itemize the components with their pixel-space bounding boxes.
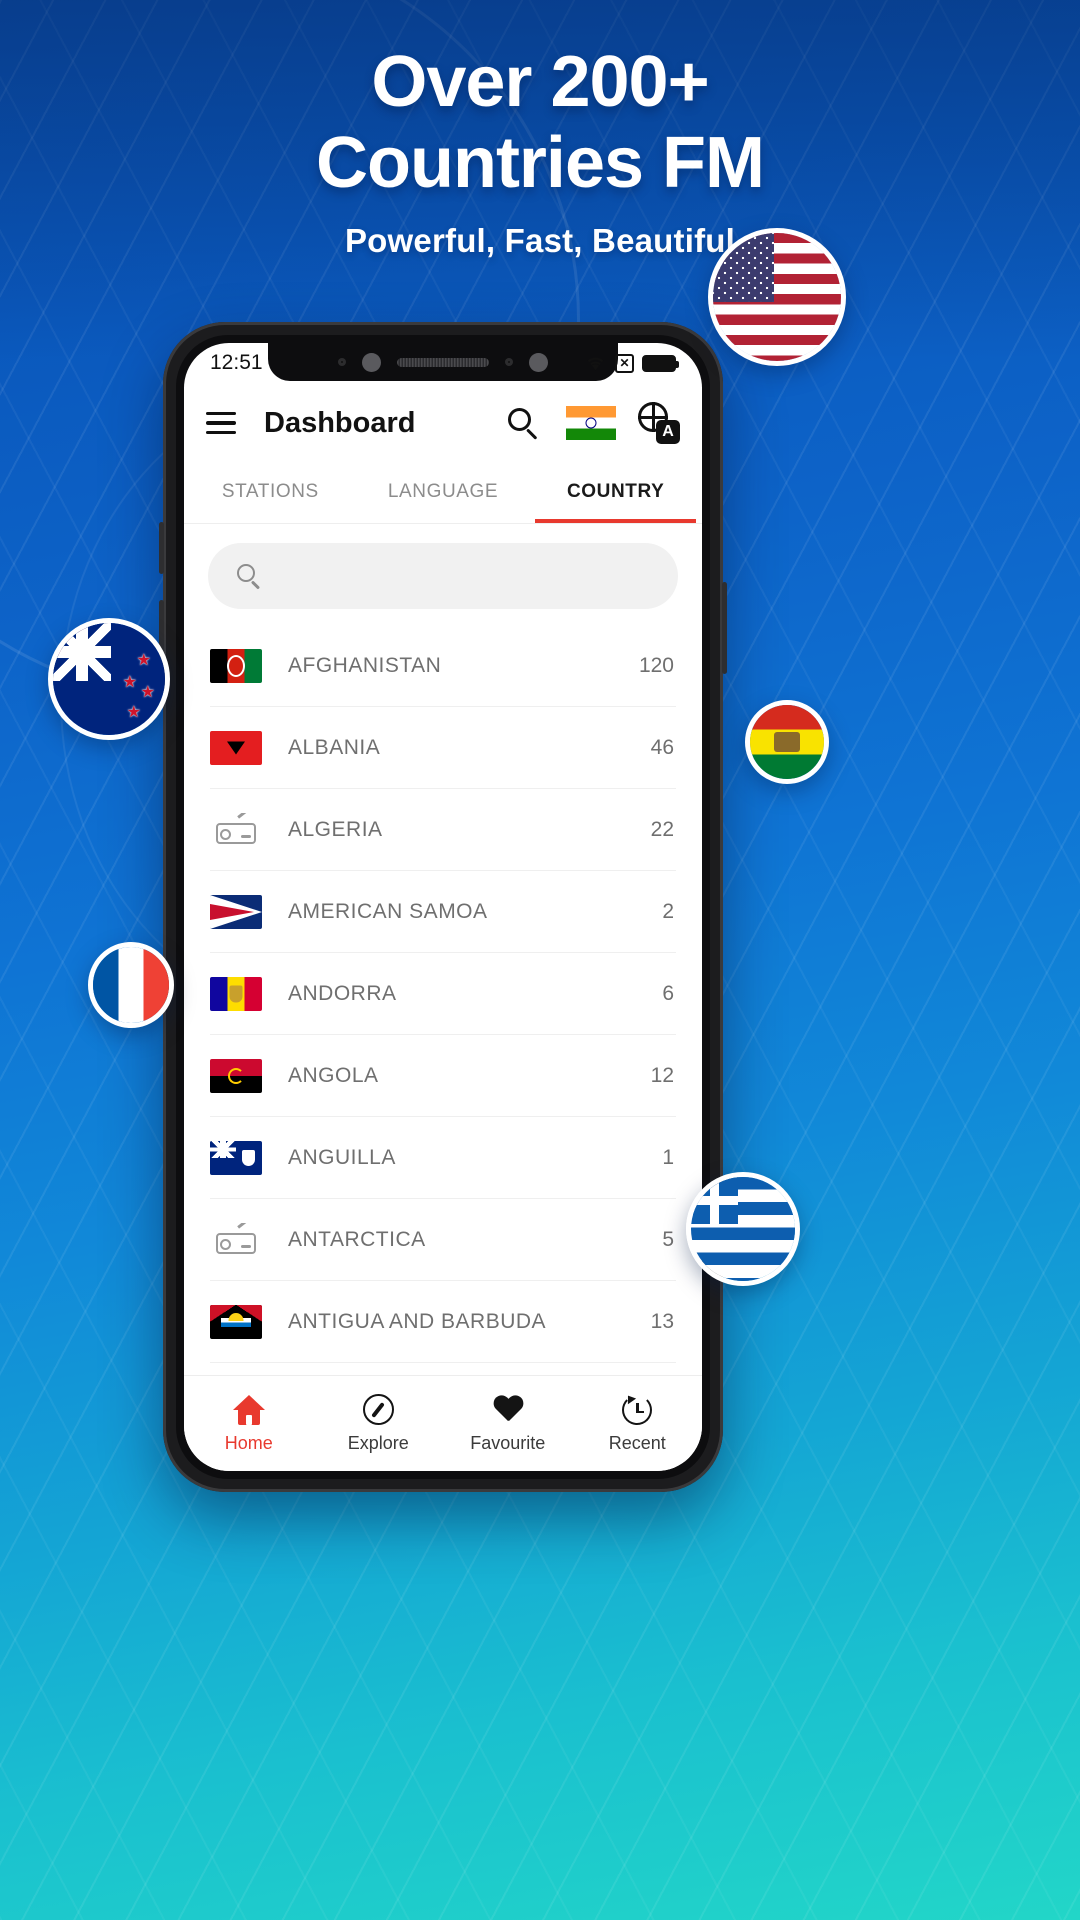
table-row[interactable]: ALGERIA 22 (184, 789, 702, 871)
nav-label-home: Home (224, 1432, 273, 1453)
floating-flag-new-zealand: ★ ★ ★ ★ (48, 618, 170, 740)
floating-flag-united-states (708, 228, 846, 366)
translate-icon[interactable]: A (638, 402, 680, 444)
heart-icon (493, 1396, 523, 1424)
app-bar: Dashboard A (184, 387, 702, 459)
american-samoa-flag-icon (210, 895, 262, 929)
country-name: ANDORRA (288, 982, 397, 1005)
radio-placeholder-icon (210, 813, 262, 847)
phone-screen: 12:51 ✕ Dashboard A STATIONS LANGUAGE CO… (184, 343, 702, 1471)
tab-country[interactable]: COUNTRY (529, 461, 702, 523)
search-input-container[interactable] (208, 543, 678, 609)
search-icon[interactable] (506, 406, 540, 441)
albania-flag-icon (210, 731, 262, 765)
station-count: 13 (650, 1310, 674, 1333)
page-title: Dashboard (264, 406, 416, 439)
station-count: 2 (662, 900, 674, 923)
floating-flag-france (88, 942, 174, 1028)
country-list[interactable]: AFGHANISTAN 120 ALBANIA 46 ALGERIA 22 AM… (184, 625, 702, 1375)
promo-headline-line2: Countries FM (316, 122, 765, 203)
phone-mockup: 12:51 ✕ Dashboard A STATIONS LANGUAGE CO… (159, 322, 727, 1492)
afghanistan-flag-icon (210, 649, 262, 683)
table-row[interactable]: AMERICAN SAMOA 2 (184, 871, 702, 953)
floating-flag-bolivia (745, 700, 829, 784)
country-name: AFGHANISTAN (288, 654, 442, 677)
promo-headline-line1: Over 200+ (371, 42, 709, 122)
country-name: ANGOLA (288, 1064, 379, 1087)
status-time: 12:51 (210, 351, 263, 374)
wifi-icon (587, 357, 604, 371)
tab-bar: STATIONS LANGUAGE COUNTRY (184, 461, 702, 523)
bottom-navigation: Home Explore Favourite Recent (184, 1375, 702, 1471)
hamburger-menu-icon[interactable] (206, 412, 236, 434)
nav-item-recent[interactable]: Recent (573, 1392, 703, 1454)
table-row[interactable]: ANGOLA 12 (184, 1035, 702, 1117)
country-name: ALBANIA (288, 736, 381, 759)
tab-stations-label: STATIONS (221, 481, 319, 502)
nav-label-explore: Explore (347, 1432, 409, 1453)
tab-divider (184, 523, 702, 524)
angola-flag-icon (210, 1059, 262, 1093)
floating-flag-greece (686, 1172, 800, 1286)
nav-label-favourite: Favourite (470, 1432, 546, 1453)
home-icon (232, 1394, 265, 1425)
nav-item-favourite[interactable]: Favourite (443, 1394, 573, 1454)
nav-label-recent: Recent (608, 1432, 666, 1453)
status-bar: 12:51 ✕ (184, 343, 702, 383)
tab-country-label: COUNTRY (566, 481, 665, 502)
anguilla-flag-icon (210, 1141, 262, 1175)
country-name: ANGUILLA (288, 1146, 396, 1169)
history-icon (622, 1392, 653, 1425)
antigua-and-barbuda-flag-icon (210, 1305, 262, 1339)
promo-subheadline: Powerful, Fast, Beautiful (344, 222, 736, 259)
country-name: ALGERIA (288, 818, 383, 841)
nav-item-explore[interactable]: Explore (314, 1394, 444, 1454)
station-count: 5 (662, 1228, 674, 1251)
table-row[interactable]: ANGUILLA 1 (184, 1117, 702, 1199)
station-count: 1 (662, 1146, 674, 1169)
translate-badge-letter: A (656, 420, 680, 444)
tab-language-label: LANGUAGE (387, 481, 499, 502)
battery-full-icon (642, 354, 679, 372)
india-flag-icon[interactable] (566, 406, 616, 440)
country-name: ANTARCTICA (288, 1228, 426, 1251)
table-row[interactable]: AFGHANISTAN 120 (184, 625, 702, 707)
andorra-flag-icon (210, 977, 262, 1011)
promo-headline: Over 200+ Countries FM (0, 42, 1080, 203)
table-row[interactable]: ANDORRA 6 (184, 953, 702, 1035)
signal-off-icon: ✕ (615, 353, 634, 373)
country-name: AMERICAN SAMOA (288, 900, 488, 923)
search-icon (236, 563, 262, 590)
tab-stations[interactable]: STATIONS (184, 461, 357, 523)
phone-volume-up-button (159, 522, 164, 574)
station-count: 6 (662, 982, 674, 1005)
phone-power-button (722, 582, 727, 674)
compass-icon (362, 1394, 394, 1425)
table-row[interactable]: ANTIGUA AND BARBUDA 13 (184, 1281, 702, 1363)
country-name: ANTIGUA AND BARBUDA (288, 1310, 547, 1333)
search-input[interactable] (262, 564, 678, 588)
radio-placeholder-icon (210, 1223, 262, 1257)
station-count: 12 (650, 1064, 674, 1087)
station-count: 120 (638, 654, 674, 677)
tab-language[interactable]: LANGUAGE (357, 461, 530, 523)
table-row[interactable]: ANTARCTICA 5 (184, 1199, 702, 1281)
nav-item-home[interactable]: Home (184, 1394, 314, 1454)
station-count: 46 (650, 736, 674, 759)
station-count: 22 (650, 818, 674, 841)
table-row[interactable]: ALBANIA 46 (184, 707, 702, 789)
